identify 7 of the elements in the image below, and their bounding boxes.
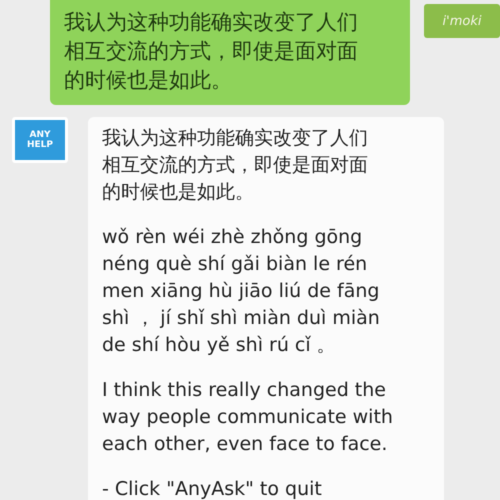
bot-avatar[interactable]: ANY HELP <box>12 117 68 163</box>
message-text: 我认为这种功能确实改变了人们 相互交流的方式，即使是面对面 的时候也是如此。 <box>64 9 359 94</box>
message-text: wǒ rèn wéi zhè zhǒng gōng néng què shí gǎi biàn le rén men xiāng hù jiāo liú de fāng shì ， jí shǐ shì miàn duì miàn de shí hòu yě shì rú cǐ 。 <box>102 225 381 358</box>
message-text: 我认为这种功能确实改变了人们 相互交流的方式，即使是面对面 的时候也是如此。 <box>102 126 369 205</box>
message-text: - Click "AnyAsk" to quit <box>102 477 323 500</box>
user-avatar[interactable]: i'moki <box>424 4 500 38</box>
message-text: I think this really changed the way people communicate with each other, even face to face. <box>102 378 394 457</box>
